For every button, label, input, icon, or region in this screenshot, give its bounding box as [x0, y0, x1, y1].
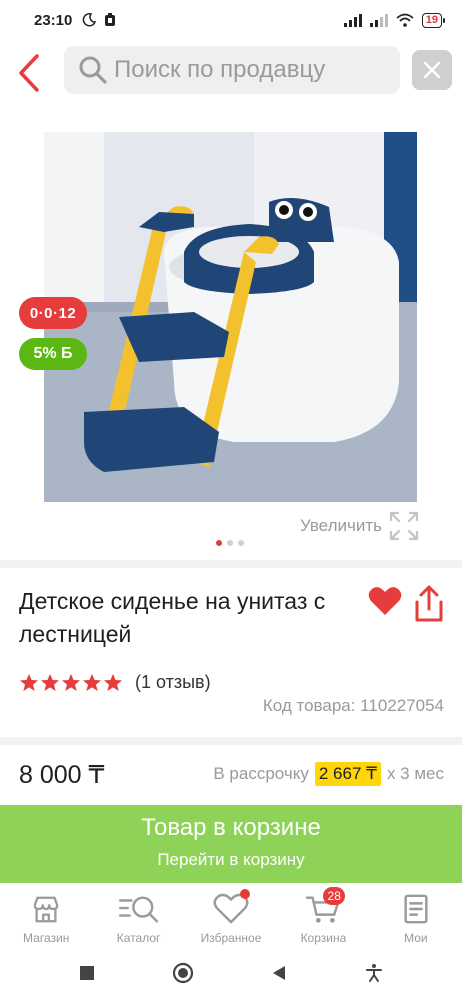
status-time: 23:10	[34, 11, 73, 29]
gallery-dot[interactable]	[227, 540, 233, 546]
back-button[interactable]	[0, 40, 58, 106]
signal-icon	[343, 13, 362, 27]
cart-badge: 28	[323, 887, 346, 905]
tab-label: Мои	[404, 931, 428, 945]
catalog-search-icon	[118, 896, 158, 923]
tab-label: Избранное	[200, 931, 262, 945]
zoom-button[interactable]: Увеличить	[300, 510, 420, 542]
product-price: 8 000 ₸	[19, 761, 105, 789]
notification-icon	[105, 13, 116, 26]
star-icon	[41, 673, 59, 691]
tab-label: Корзина	[300, 931, 347, 945]
star-icon	[83, 673, 101, 691]
wifi-icon	[396, 13, 414, 27]
product-image[interactable]	[44, 132, 417, 502]
cart-banner-subtitle: Перейти в корзину	[157, 850, 305, 869]
chevron-left-icon	[19, 54, 39, 92]
cart-banner-title: Товар в корзине	[141, 814, 321, 841]
heart-filled-icon	[368, 587, 402, 615]
star-icon	[20, 673, 38, 691]
favorites-badge-dot	[239, 889, 250, 899]
tab-store[interactable]: Магазин	[0, 883, 92, 945]
clear-search-button[interactable]	[412, 50, 452, 90]
installment-amount: 2 667 ₸	[314, 762, 381, 786]
accessibility-icon[interactable]	[364, 963, 384, 983]
installment-prefix: В рассрочку	[213, 764, 309, 783]
installment-info[interactable]: В рассрочку 2 667 ₸ x 3 мес	[213, 762, 444, 786]
toilet-ladder-illustration	[44, 132, 417, 502]
system-nav-bar	[0, 945, 462, 1000]
bonus-badge: 5% Б	[19, 338, 87, 370]
rating-stars	[19, 673, 123, 693]
search-placeholder: Поиск по продавцу	[114, 56, 326, 83]
back-triangle-icon[interactable]	[271, 965, 287, 981]
orders-icon	[404, 894, 428, 924]
close-icon	[423, 61, 441, 79]
share-button[interactable]	[412, 584, 446, 624]
zoom-label: Увеличить	[300, 516, 382, 535]
expand-icon	[389, 511, 419, 541]
home-circle-icon[interactable]	[172, 962, 194, 984]
tab-label: Магазин	[23, 931, 70, 945]
rating[interactable]: (1 отзыв)	[19, 672, 211, 693]
recents-square-icon[interactable]	[79, 965, 95, 981]
store-icon	[33, 896, 59, 923]
status-bar: 23:10 19	[0, 0, 462, 40]
installment-badge: 0·0·12	[19, 297, 87, 329]
star-icon	[104, 673, 122, 691]
tab-favorites[interactable]: Избранное	[185, 883, 277, 945]
go-to-cart-button[interactable]: Товар в корзине Перейти в корзину	[0, 805, 462, 883]
tab-cart[interactable]: 28 Корзина	[277, 883, 369, 945]
signal-icon-2	[369, 13, 388, 27]
product-code: Код товара: 110227054	[262, 696, 444, 715]
tab-my[interactable]: Мои	[370, 883, 462, 945]
gallery-dot[interactable]	[238, 540, 244, 546]
reviews-count[interactable]: (1 отзыв)	[135, 672, 211, 693]
tab-label: Каталог	[116, 931, 161, 945]
search-input[interactable]: Поиск по продавцу	[64, 46, 400, 94]
share-icon	[415, 585, 443, 622]
search-icon	[79, 56, 107, 84]
divider	[0, 737, 462, 745]
favorite-button[interactable]	[368, 585, 402, 619]
tab-catalog[interactable]: Каталог	[92, 883, 184, 945]
gallery-dots	[216, 540, 244, 546]
moon-icon	[83, 13, 97, 27]
installment-suffix: x 3 мес	[386, 764, 444, 783]
divider	[0, 560, 462, 568]
bottom-tab-bar: Магазин Каталог Избранное 28 Корзина Мои	[0, 883, 462, 945]
product-title: Детское сиденье на унитаз с лестницей	[19, 588, 326, 647]
header: Поиск по продавцу	[0, 40, 462, 106]
battery-indicator: 19	[421, 12, 446, 28]
star-icon	[62, 673, 80, 691]
gallery-dot[interactable]	[216, 540, 222, 546]
